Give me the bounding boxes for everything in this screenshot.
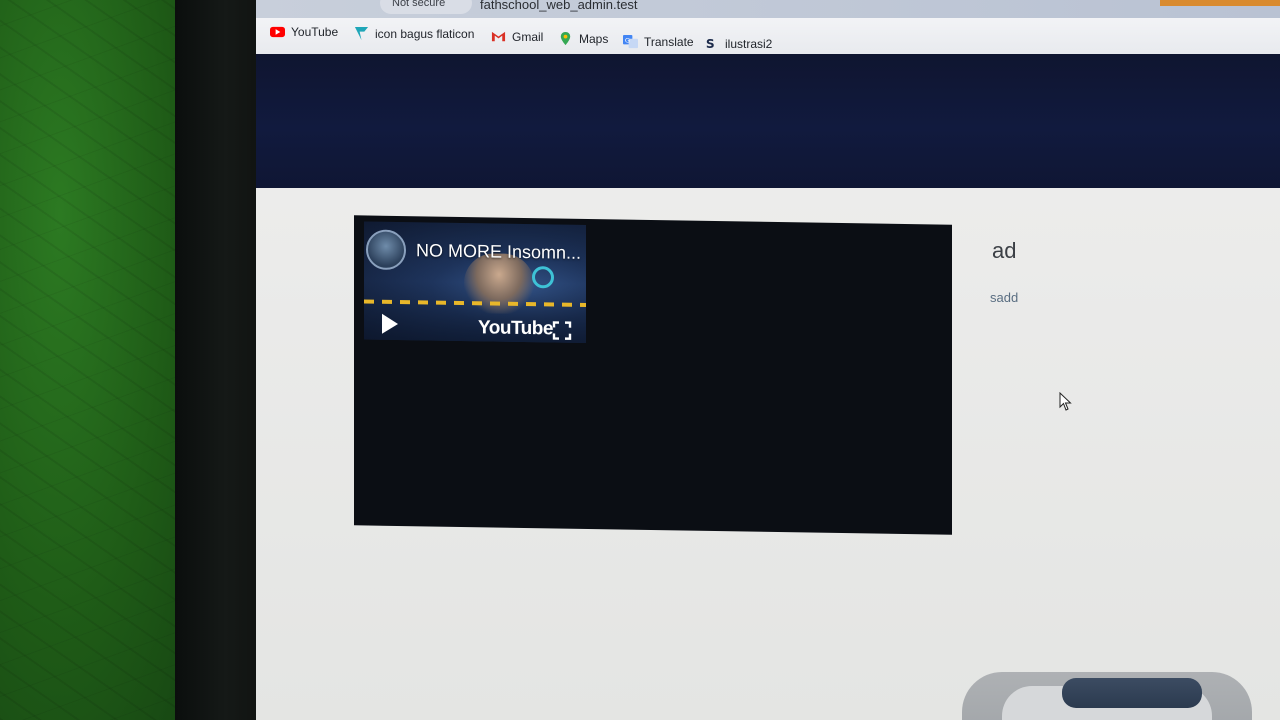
gmail-icon xyxy=(491,31,506,42)
headphone-icon xyxy=(532,266,554,289)
play-icon[interactable] xyxy=(382,313,398,334)
address-bar: Not secure fathschool_web_admin.test xyxy=(256,0,1280,18)
monitor-bezel xyxy=(175,0,260,720)
foreground-object-knob xyxy=(1062,678,1202,708)
bookmark-label: Gmail xyxy=(512,29,544,44)
bookmark-flaticon[interactable]: icon bagus flaticon xyxy=(354,26,474,41)
flaticon-icon xyxy=(354,26,369,41)
translate-icon: G xyxy=(623,34,638,49)
video-title[interactable]: NO MORE Insomn... xyxy=(416,240,581,264)
bookmark-translate[interactable]: G Translate xyxy=(623,34,694,49)
maps-icon xyxy=(560,31,571,46)
bookmark-label: icon bagus flaticon xyxy=(375,26,475,41)
youtube-embed[interactable]: NO MORE Insomn... YouTube xyxy=(354,215,952,535)
youtube-icon xyxy=(270,26,285,38)
channel-avatar[interactable] xyxy=(366,229,406,271)
bookmark-label: Maps xyxy=(579,31,609,46)
bookmarks-bar: YouTube icon bagus flaticon Gmail Maps G… xyxy=(256,18,1280,54)
svg-text:G: G xyxy=(625,36,630,44)
bookmark-youtube[interactable]: YouTube xyxy=(270,24,338,39)
security-label: Not secure xyxy=(392,0,446,9)
post-description: sadd xyxy=(990,290,1019,305)
url-text[interactable]: fathschool_web_admin.test xyxy=(480,0,638,12)
post-title: ad xyxy=(992,238,1017,263)
storyset-icon: S xyxy=(706,37,715,51)
bookmark-gmail[interactable]: Gmail xyxy=(491,29,543,44)
video-thumbnail[interactable]: NO MORE Insomn... YouTube xyxy=(364,221,586,343)
bookmark-label: Translate xyxy=(644,34,694,49)
main-content: NO MORE Insomn... YouTube ad sadd xyxy=(256,188,1280,720)
bookmark-label: YouTube xyxy=(291,24,339,39)
extension-strip xyxy=(1160,0,1280,6)
bookmark-maps[interactable]: Maps xyxy=(558,31,608,46)
desk-background xyxy=(0,0,200,720)
foreground-object xyxy=(962,672,1252,720)
page-header-banner xyxy=(256,54,1280,188)
fullscreen-icon[interactable] xyxy=(552,320,572,340)
youtube-wordmark[interactable]: YouTube xyxy=(478,317,553,340)
bookmark-ilustrasi2[interactable]: S ilustrasi2 xyxy=(704,36,773,52)
mouse-cursor-icon xyxy=(1059,392,1072,411)
browser-window: Not secure fathschool_web_admin.test You… xyxy=(256,0,1280,720)
security-indicator[interactable]: Not secure xyxy=(380,0,472,14)
svg-text:S: S xyxy=(706,37,715,51)
bookmark-label: ilustrasi2 xyxy=(725,36,773,51)
